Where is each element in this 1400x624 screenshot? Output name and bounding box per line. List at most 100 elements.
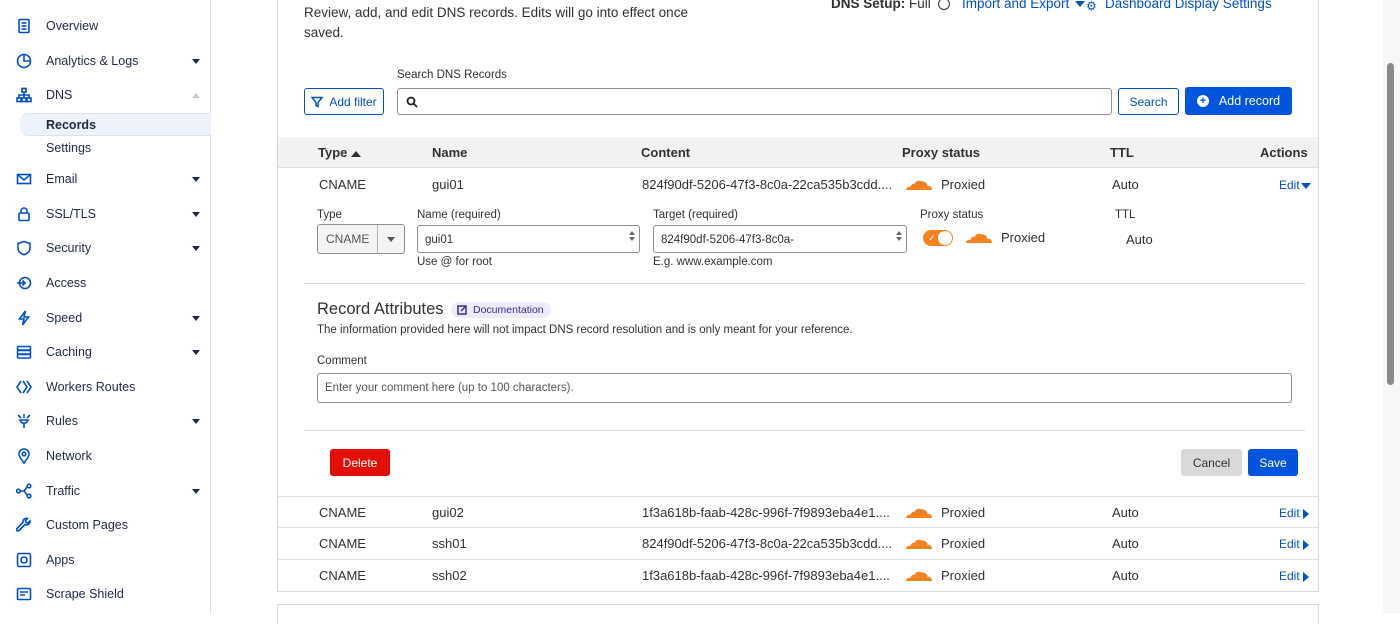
stepper-icon[interactable] — [896, 229, 903, 243]
edit-button[interactable]: Edit — [1279, 537, 1309, 551]
sidebar-item-ssl-tls[interactable]: SSL/TLS — [0, 199, 210, 229]
sidebar-item-network[interactable]: Network — [0, 441, 210, 471]
sidebar-item-dns[interactable]: DNS — [0, 80, 210, 110]
sidebar: Overview Analytics & Logs DNS Records Se… — [0, 0, 211, 614]
edit-button[interactable]: Edit — [1279, 178, 1311, 192]
dashboard-display-settings-link[interactable]: ⚙ Dashboard Display Settings — [1086, 0, 1272, 13]
edit-label: Edit — [1279, 569, 1300, 583]
cloud-icon — [906, 180, 932, 190]
record-name: ssh02 — [432, 568, 467, 583]
chevron-down-icon — [377, 225, 404, 253]
scrape-shield-icon — [15, 585, 33, 603]
comment-input[interactable] — [317, 373, 1292, 403]
dns-setup-status: DNS Setup: Full — [831, 0, 950, 11]
stepper-icon[interactable] — [629, 229, 636, 243]
sidebar-item-scrape-shield[interactable]: Scrape Shield — [0, 579, 210, 609]
sidebar-item-label: Overview — [46, 19, 99, 33]
divider — [304, 283, 1305, 284]
plus-icon: + — [1196, 95, 1209, 107]
chevron-right-icon — [1302, 508, 1309, 519]
wrench-icon — [15, 516, 33, 534]
cloud-icon — [966, 233, 992, 243]
name-field-value: gui01 — [425, 234, 454, 246]
record-ttl: Auto — [1112, 568, 1139, 583]
sidebar-item-label: SSL/TLS — [46, 207, 97, 221]
table-header: Type Name Content Proxy status TTL Actio… — [278, 137, 1318, 168]
record-type: CNAME — [319, 177, 366, 192]
chevron-down-icon — [192, 418, 200, 424]
record-ttl: Auto — [1112, 177, 1139, 192]
column-header-proxy-status: Proxy status — [902, 145, 981, 160]
cancel-button[interactable]: Cancel — [1181, 449, 1242, 476]
table-row: CNAME ssh01 824f90df-5206-47f3-8c0a-22ca… — [278, 527, 1318, 558]
proxy-toggle[interactable]: ✓ — [923, 230, 953, 246]
sidebar-item-rules[interactable]: Rules — [0, 406, 210, 436]
dns-setup-value: Full — [909, 0, 931, 11]
bolt-icon — [15, 309, 33, 327]
search-button[interactable]: Search — [1118, 88, 1179, 115]
lock-icon — [15, 205, 33, 223]
sidebar-item-overview[interactable]: Overview — [0, 11, 210, 41]
sidebar-item-analytics[interactable]: Analytics & Logs — [0, 46, 210, 76]
sidebar-item-access[interactable]: Access — [0, 268, 210, 298]
sidebar-item-custom-pages[interactable]: Custom Pages — [0, 510, 210, 540]
edit-label: Edit — [1279, 506, 1300, 520]
sidebar-subitem-records[interactable]: Records — [20, 113, 211, 136]
proxy-status: Proxied — [941, 568, 986, 583]
shield-icon — [15, 239, 33, 257]
chevron-down-icon — [192, 315, 200, 321]
chevron-down-icon — [192, 245, 200, 251]
sidebar-item-traffic[interactable]: Traffic — [0, 476, 210, 506]
sidebar-item-label: Email — [46, 172, 78, 186]
search-icon — [406, 96, 418, 108]
add-record-button[interactable]: + Add record — [1185, 87, 1292, 115]
record-name: ssh01 — [432, 536, 467, 551]
type-select[interactable]: CNAME — [317, 224, 405, 254]
column-header-ttl: TTL — [1110, 145, 1134, 160]
save-button[interactable]: Save — [1248, 449, 1298, 476]
dns-icon — [15, 86, 33, 104]
sidebar-item-label: Rules — [46, 414, 78, 428]
edit-button[interactable]: Edit — [1279, 569, 1309, 583]
target-field[interactable]: 824f90df-5206-47f3-8c0a- — [653, 225, 907, 253]
ttl-label: TTL — [1115, 209, 1136, 221]
name-field[interactable]: gui01 — [417, 225, 640, 253]
check-icon: ✓ — [928, 233, 936, 243]
apps-icon — [15, 551, 33, 569]
sidebar-item-label: Workers Routes — [46, 380, 136, 394]
chevron-down-icon — [192, 211, 200, 217]
add-filter-button[interactable]: Add filter — [304, 88, 384, 115]
delete-button[interactable]: Delete — [330, 449, 390, 476]
import-export-button[interactable]: Import and Export — [962, 0, 1086, 11]
sidebar-item-email[interactable]: Email — [0, 164, 210, 194]
search-label: Search DNS Records — [397, 69, 507, 81]
sidebar-subitem-settings[interactable]: Settings — [20, 136, 211, 159]
sidebar-item-caching[interactable]: Caching — [0, 337, 210, 367]
record-attributes-info: The information provided here will not i… — [317, 324, 853, 336]
documentation-link[interactable]: Documentation — [451, 302, 551, 318]
chevron-down-icon — [192, 349, 200, 355]
chevron-down-icon — [192, 488, 200, 494]
chevron-down-icon — [192, 176, 200, 182]
column-header-type[interactable]: Type — [318, 145, 362, 160]
target-field-value: 824f90df-5206-47f3-8c0a- — [661, 234, 794, 246]
sidebar-item-speed[interactable]: Speed — [0, 303, 210, 333]
document-icon — [15, 17, 33, 35]
search-input[interactable] — [424, 89, 1111, 114]
access-icon — [15, 274, 33, 292]
edit-label: Edit — [1279, 537, 1300, 551]
edit-button[interactable]: Edit — [1279, 506, 1309, 520]
info-icon[interactable] — [937, 0, 950, 11]
external-link-icon — [457, 305, 467, 315]
target-hint: E.g. www.example.com — [653, 256, 773, 268]
proxy-status-label: Proxy status — [920, 209, 984, 221]
proxy-status-value: Proxied — [1001, 230, 1046, 245]
cloud-icon — [906, 508, 932, 518]
sidebar-item-apps[interactable]: Apps — [0, 545, 210, 575]
chevron-right-icon — [1302, 571, 1309, 582]
sidebar-item-workers-routes[interactable]: Workers Routes — [0, 372, 210, 402]
record-name: gui02 — [432, 505, 464, 520]
scrollbar-thumb[interactable] — [1387, 63, 1394, 385]
sidebar-item-security[interactable]: Security — [0, 233, 210, 263]
column-header-actions: Actions — [1260, 145, 1308, 160]
